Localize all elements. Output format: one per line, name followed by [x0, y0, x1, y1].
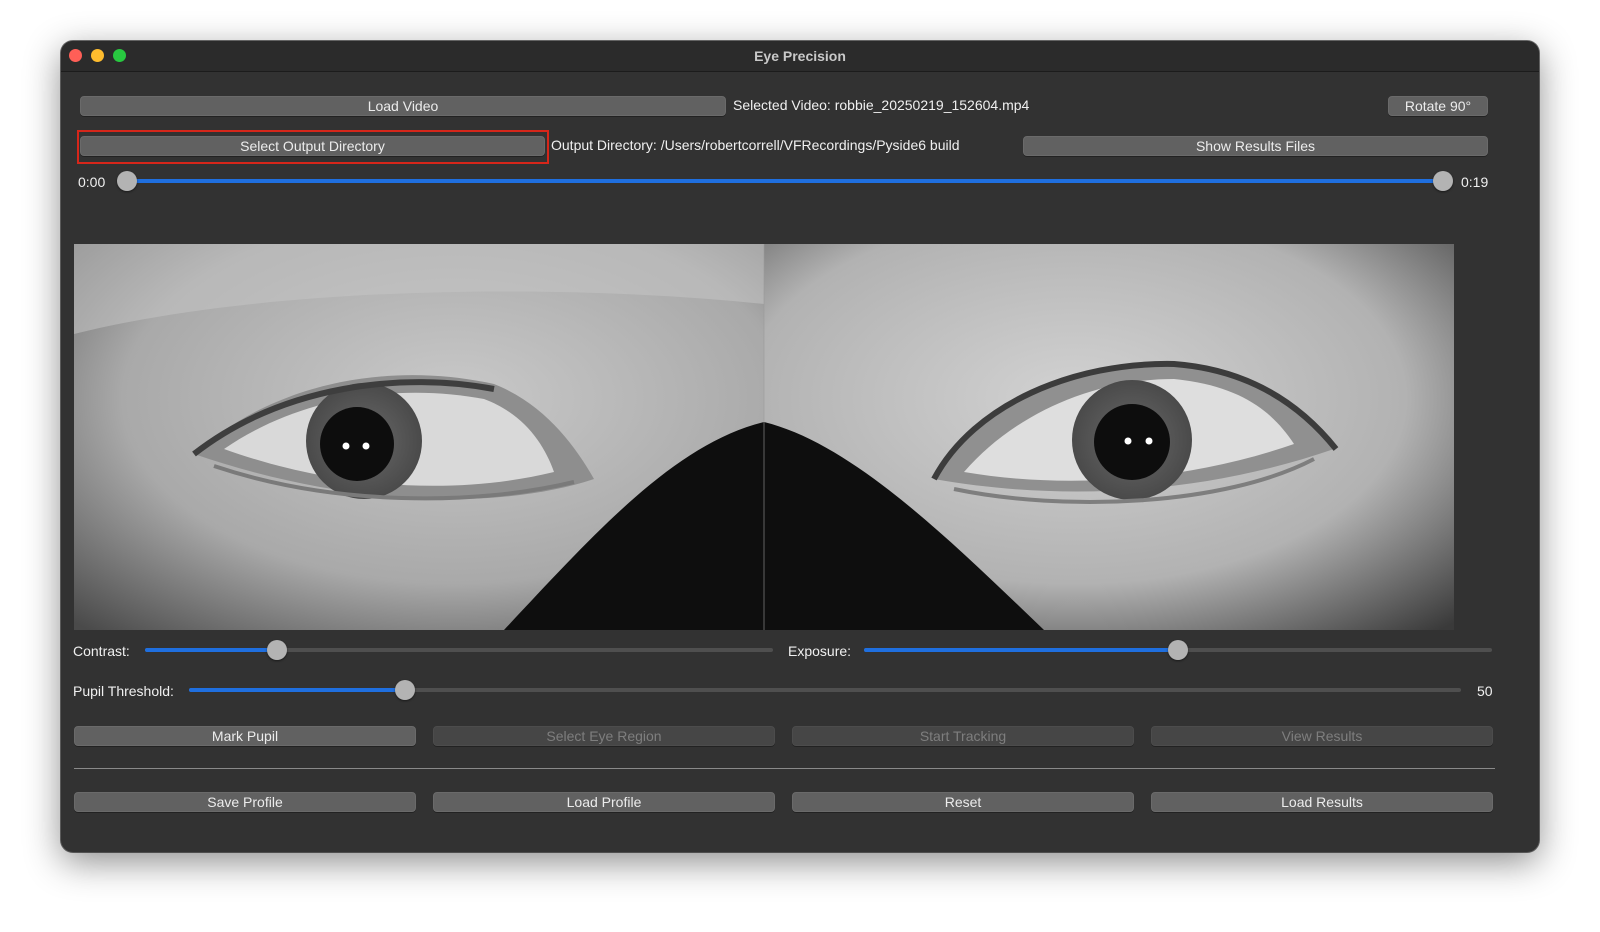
contrast-slider[interactable] [145, 640, 773, 660]
output-directory-label: Output Directory: /Users/robertcorrell/V… [551, 137, 960, 153]
select-output-directory-button[interactable]: Select Output Directory [80, 136, 545, 156]
app-window: Eye Precision Load Video Selected Video:… [61, 41, 1539, 852]
exposure-fill [864, 648, 1178, 652]
view-results-button[interactable]: View Results [1151, 726, 1493, 746]
contrast-fill [145, 648, 277, 652]
select-eye-region-button[interactable]: Select Eye Region [433, 726, 775, 746]
rotate-button[interactable]: Rotate 90° [1388, 96, 1488, 116]
mark-pupil-button[interactable]: Mark Pupil [74, 726, 416, 746]
pupil-threshold-label: Pupil Threshold: [73, 683, 174, 699]
reset-button[interactable]: Reset [792, 792, 1134, 812]
divider [74, 768, 1495, 769]
timeline-position-handle[interactable] [1433, 171, 1453, 191]
eye-video-image [74, 244, 1454, 630]
pupil-threshold-slider[interactable] [189, 680, 1461, 700]
exposure-label: Exposure: [788, 643, 852, 659]
pupil-threshold-fill [189, 688, 406, 692]
video-frame[interactable] [74, 244, 1454, 630]
show-results-files-button[interactable]: Show Results Files [1023, 136, 1488, 156]
load-results-button[interactable]: Load Results [1151, 792, 1493, 812]
load-profile-button[interactable]: Load Profile [433, 792, 775, 812]
load-video-button[interactable]: Load Video [80, 96, 726, 116]
exposure-slider[interactable] [864, 640, 1492, 660]
timeline-fill [127, 179, 1443, 183]
contrast-handle[interactable] [266, 640, 287, 660]
selected-video-label: Selected Video: robbie_20250219_152604.m… [733, 97, 1030, 113]
pupil-threshold-handle[interactable] [395, 680, 416, 700]
timeline-slider[interactable] [117, 171, 1453, 191]
timeline-start-handle[interactable] [117, 171, 137, 191]
timeline-start-time: 0:00 [78, 174, 106, 190]
start-tracking-button[interactable]: Start Tracking [792, 726, 1134, 746]
pupil-threshold-value: 50 [1477, 683, 1493, 699]
save-profile-button[interactable]: Save Profile [74, 792, 416, 812]
window-title: Eye Precision [754, 48, 846, 64]
contrast-label: Contrast: [73, 643, 130, 659]
exposure-handle[interactable] [1168, 640, 1188, 660]
title-bar: Eye Precision [61, 41, 1539, 72]
timeline-end-time: 0:19 [1461, 174, 1489, 190]
